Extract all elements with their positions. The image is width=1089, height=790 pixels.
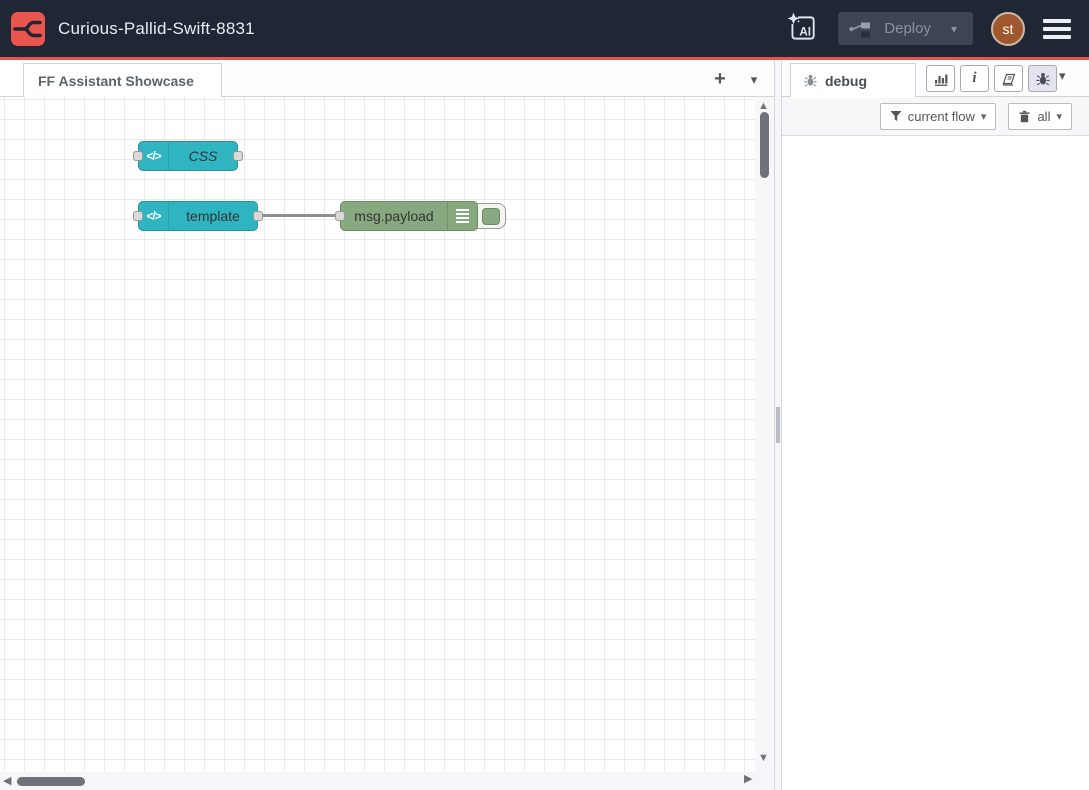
chevron-down-icon: ▾ xyxy=(981,110,987,123)
tabbar-left-spacer xyxy=(0,60,23,97)
code-icon: </> xyxy=(139,202,169,230)
scroll-up-arrow[interactable]: ▲ xyxy=(758,100,769,112)
deploy-label: Deploy xyxy=(884,20,931,37)
node-input-port[interactable] xyxy=(335,211,345,221)
avatar-initials: st xyxy=(1003,21,1014,37)
node-label: CSS xyxy=(169,148,237,164)
debug-filter-button[interactable]: current flow ▾ xyxy=(880,103,997,130)
ai-icon: AI xyxy=(785,12,819,44)
node-input-port[interactable] xyxy=(133,151,143,161)
node-output-port[interactable] xyxy=(233,151,243,161)
deploy-icon xyxy=(848,19,872,39)
flowfuse-logo[interactable] xyxy=(10,11,46,47)
funnel-icon xyxy=(890,110,902,122)
app-header: Curious-Pallid-Swift-8831 AI Deploy ▾ st xyxy=(0,0,1089,57)
user-avatar[interactable]: st xyxy=(991,12,1025,46)
flow-tab-ff-assistant-showcase[interactable]: FF Assistant Showcase xyxy=(23,63,222,97)
sidebar-splitter[interactable] xyxy=(774,60,782,790)
node-output-port[interactable] xyxy=(253,211,263,221)
info-icon: i xyxy=(972,70,976,87)
add-flow-button[interactable]: + xyxy=(706,66,734,92)
wire-template-to-debug[interactable] xyxy=(262,214,342,217)
node-template-css[interactable]: </> CSS xyxy=(138,141,238,171)
debug-messages-panel[interactable] xyxy=(782,136,1089,790)
deploy-button[interactable]: Deploy ▾ xyxy=(838,12,973,45)
book-icon xyxy=(1001,71,1017,87)
code-icon: </> xyxy=(139,142,169,170)
horizontal-scrollbar-thumb[interactable] xyxy=(17,777,85,786)
workspace-tabbar: FF Assistant Showcase + ▾ xyxy=(0,60,774,97)
flow-list-button[interactable]: ▾ xyxy=(742,68,766,92)
main-area: FF Assistant Showcase + ▾ </> CSS </> te… xyxy=(0,60,1089,790)
trash-icon xyxy=(1018,110,1031,123)
bug-icon xyxy=(803,73,818,88)
bug-icon xyxy=(1035,71,1051,87)
bar-chart-icon xyxy=(933,71,949,87)
debug-clear-button[interactable]: all ▾ xyxy=(1008,103,1072,130)
sidebar-menu-button[interactable]: ▾ xyxy=(1059,68,1066,84)
chevron-down-icon: ▾ xyxy=(1056,110,1062,123)
sidebar-tabbar: debug i xyxy=(782,60,1089,97)
sidebar-button-help[interactable] xyxy=(994,65,1023,92)
splitter-drag-handle[interactable] xyxy=(776,407,780,443)
scroll-down-arrow[interactable]: ▼ xyxy=(758,752,769,764)
deploy-options-button[interactable]: ▾ xyxy=(945,22,963,36)
sidebar-tab-debug[interactable]: debug xyxy=(790,63,916,98)
flow-canvas[interactable]: </> CSS </> template msg.payload xyxy=(0,97,774,790)
sidebar-tab-label: debug xyxy=(825,73,867,89)
debug-clear-label: all xyxy=(1037,109,1050,124)
debug-toggle-indicator xyxy=(482,208,500,225)
flow-tab-label: FF Assistant Showcase xyxy=(38,73,194,89)
header-actions: AI Deploy ▾ st xyxy=(784,12,1089,46)
debug-filter-label: current flow xyxy=(908,109,975,124)
debug-lines-icon xyxy=(447,202,477,230)
instance-title: Curious-Pallid-Swift-8831 xyxy=(58,19,255,39)
main-menu-button[interactable] xyxy=(1043,17,1073,41)
vertical-scrollbar-thumb[interactable] xyxy=(760,112,769,178)
menu-icon xyxy=(1043,19,1071,23)
node-input-port[interactable] xyxy=(133,211,143,221)
tabbar-filler xyxy=(222,60,774,97)
svg-text:AI: AI xyxy=(800,25,812,38)
scroll-right-arrow[interactable]: ▶ xyxy=(744,772,752,785)
debug-toolbar: current flow ▾ all ▾ xyxy=(782,97,1089,136)
scroll-left-arrow[interactable]: ◀ xyxy=(3,774,11,787)
vertical-scrollbar-track[interactable] xyxy=(755,97,774,772)
sidebar: debug i xyxy=(782,60,1089,790)
horizontal-scrollbar-track[interactable] xyxy=(0,772,774,790)
sidebar-button-dashboard[interactable] xyxy=(926,65,955,92)
sidebar-button-info[interactable]: i xyxy=(960,65,989,92)
node-debug-msg-payload[interactable]: msg.payload xyxy=(340,201,478,231)
node-label: template xyxy=(169,208,257,224)
sidebar-button-debug[interactable] xyxy=(1028,65,1057,92)
node-label: msg.payload xyxy=(341,208,447,224)
ai-assistant-button[interactable]: AI xyxy=(784,12,820,46)
node-template-template[interactable]: </> template xyxy=(138,201,258,231)
